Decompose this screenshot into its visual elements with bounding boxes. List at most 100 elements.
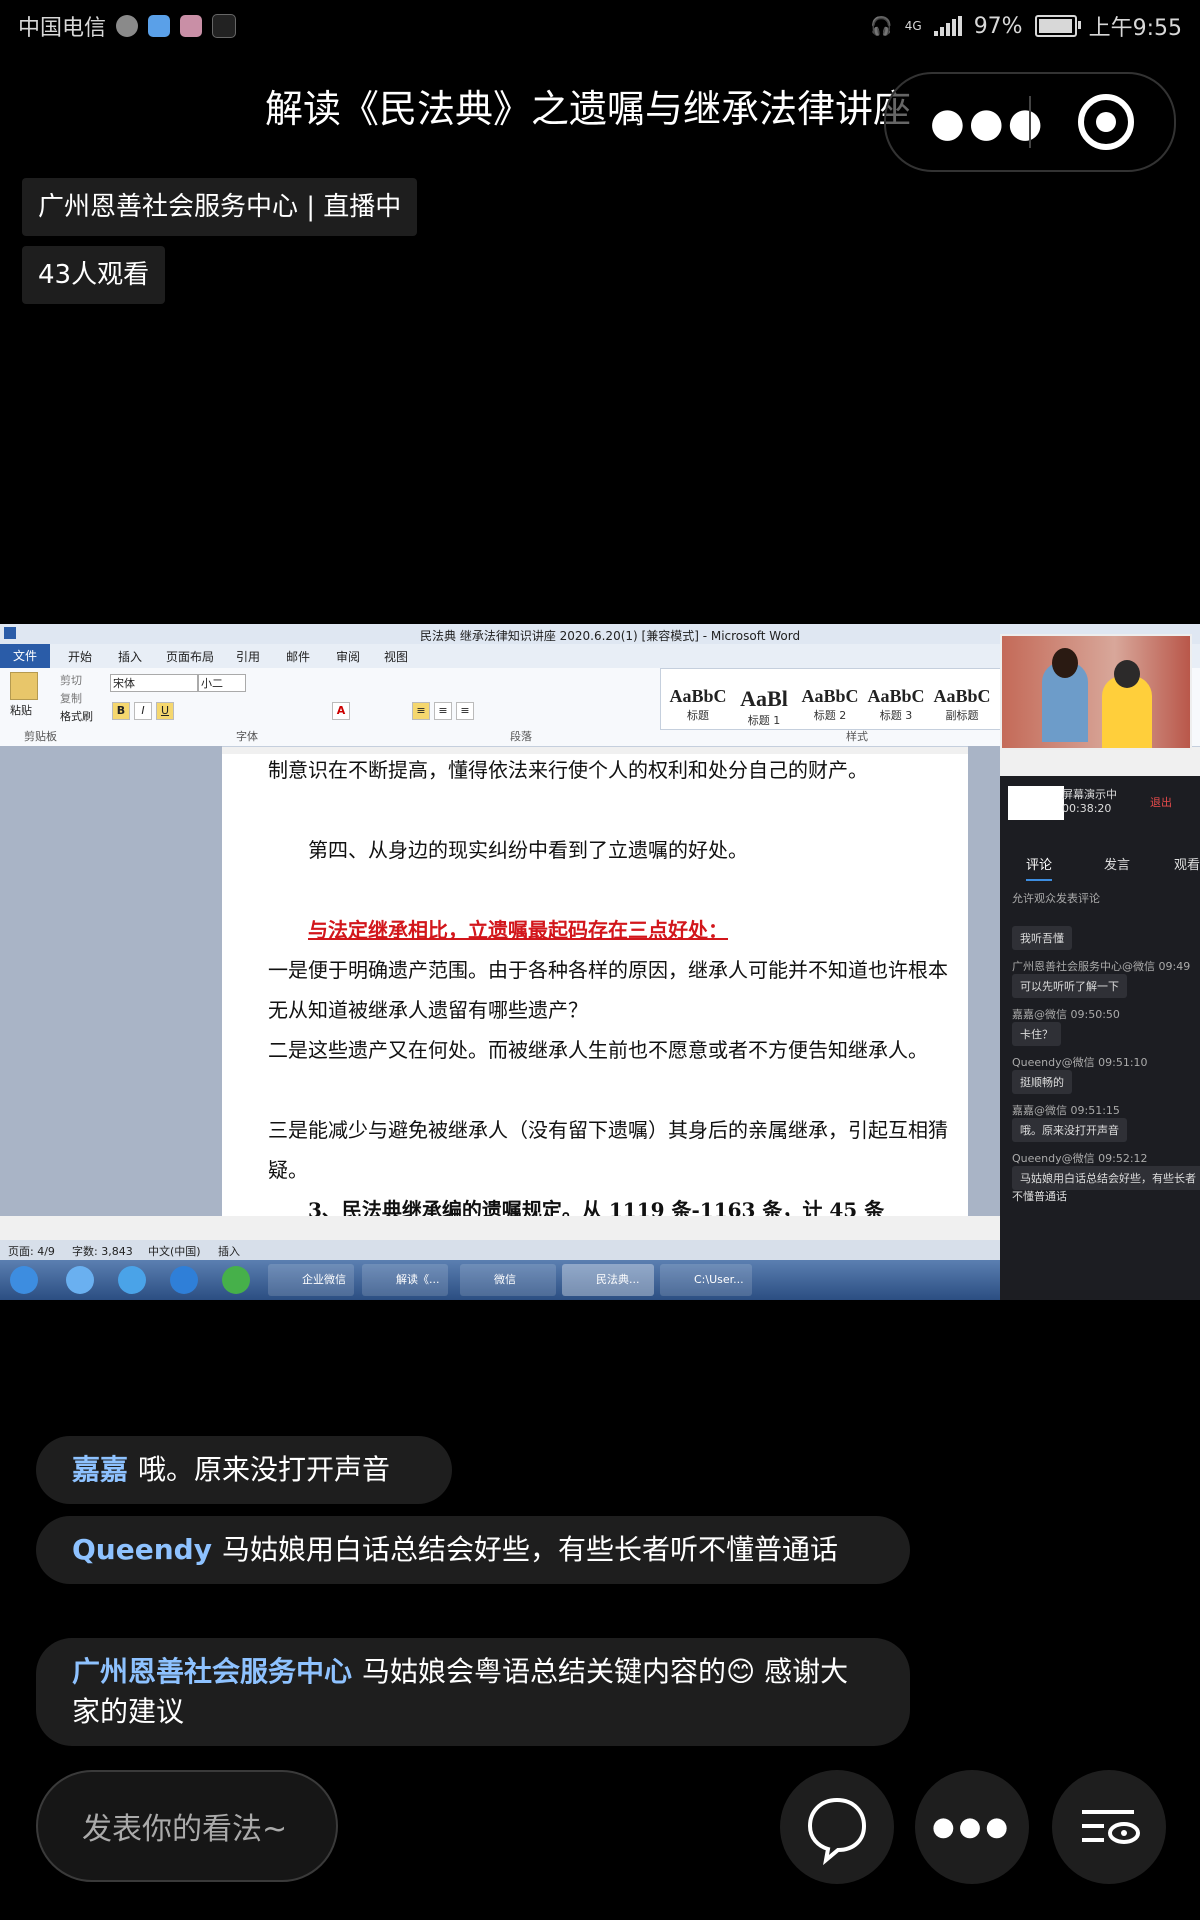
chat-text: 哦。原来没打开声音 [138,1453,391,1486]
underline-button[interactable]: U [156,702,174,720]
status-bar: 中国电信 🎧 4G 97% 上午9:55 [0,0,1200,48]
style-name: 标题 2 [813,709,847,722]
font-group-label: 字体 [236,730,258,743]
org-status-badge[interactable]: 广州恩善社会服务中心 | 直播中 [22,178,418,236]
highlight-text: 与法定继承相比，立遗嘱最起码存在三点好处： [308,918,728,942]
language-indicator: 中文(中国) [148,1245,201,1258]
doc-highlight: 与法定继承相比，立遗嘱最起码存在三点好处： [268,910,958,950]
taskbar-item[interactable]: C:\User... [660,1264,752,1296]
taskbar-item[interactable]: 微信 [460,1264,556,1296]
live-video[interactable]: 民法典 继承法律知识讲座 2020.6.20(1) [兼容模式] - Micro… [0,624,1200,1300]
taskbar-item[interactable]: 解读《... [362,1264,448,1296]
allow-comments-toggle[interactable]: 允许观众发表评论 [1012,890,1100,906]
panel-comment: 马姑娘用白话总结会好些，有些长者 [1012,1166,1200,1190]
insert-mode: 插入 [218,1245,240,1258]
tab-layout[interactable]: 页面布局 [166,648,214,665]
qq-icon [148,15,171,37]
styles-group-label: 样式 [846,730,868,743]
battery-percent: 97% [973,13,1023,39]
style-subtitle[interactable]: AaBbC 副标题 [928,686,996,740]
headphone-icon: 🎧 [870,15,893,37]
sharing-label: 屏幕演示中 [1062,788,1117,801]
style-heading1[interactable]: AaBl 标题 1 [730,686,798,740]
view-mode-icon [1082,1810,1140,1844]
bold-button[interactable]: B [112,702,130,720]
tab-references[interactable]: 引用 [236,648,260,665]
document-page[interactable]: 制意识在不断提高，懂得依法来行使个人的权利和处分自己的财产。 第四、从身边的现实… [222,754,968,1216]
sharing-duration: 00:38:20 [1062,802,1112,815]
style-sample: AaBbC [933,686,991,706]
font-color-button[interactable]: A [332,702,350,720]
comment-input[interactable]: 发表你的看法~ [36,1770,338,1882]
doc-paragraph: 三是能减少与避免被继承人（没有留下遗嘱）其身后的亲属继承，引起互相猜疑。 [268,1118,948,1182]
exit-share-button[interactable]: 退出 [1150,794,1172,810]
font-name-select[interactable]: 宋体 [110,674,198,692]
panel-comment: 我听吾懂 [1012,926,1072,950]
qq-browser-icon[interactable] [66,1266,94,1294]
wechat-icon [116,15,139,37]
panel-comment-meta: 嘉嘉@微信 09:51:15 [1012,1104,1120,1117]
page-title: 解读《民法典》之遗嘱与继承法律讲座 [265,87,912,131]
more-button[interactable]: ●●● [915,1770,1029,1884]
chat-message: 嘉嘉 哦。原来没打开声音 [36,1436,452,1504]
tab-insert[interactable]: 插入 [118,648,142,665]
align-center-button[interactable]: ≡ [434,702,452,720]
ie-icon[interactable] [170,1266,198,1294]
network-label: 4G [904,19,922,33]
ellipsis-icon: ●●● [931,1812,1013,1842]
taskbar-item[interactable]: 民法典... [562,1264,654,1296]
paste-icon[interactable] [10,672,38,700]
style-sample: AaBbC [867,686,925,706]
panel-comment-meta: 广州恩善社会服务中心@微信 09:49 [1012,960,1191,973]
font-size-select[interactable]: 小二 [198,674,246,692]
tab-review[interactable]: 审阅 [336,648,360,665]
paste-label: 粘贴 [10,704,32,717]
word-status-bar: 页面: 4/9 字数: 3,843 中文(中国) 插入 [0,1240,1000,1260]
panel-comment-meta: Queendy@微信 09:52:12 [1012,1152,1148,1165]
italic-button[interactable]: I [134,702,152,720]
doc-paragraph: 制意识在不断提高，懂得依法来行使个人的权利和处分自己的财产。 [268,758,868,782]
chat-message: 广州恩善社会服务中心 马姑娘会粤语总结关键内容的😊 感谢大家的建议 [36,1638,910,1746]
start-icon[interactable] [10,1266,38,1294]
capsule-divider [1029,96,1031,148]
status-right: 🎧 4G 97% 上午9:55 [870,10,1182,42]
panel-comment: 可以先听听了解一下 [1012,974,1127,998]
tab-view[interactable]: 视图 [384,648,408,665]
camera-background [1002,636,1190,748]
word-margin-left [0,746,222,1216]
align-left-button[interactable]: ≡ [412,702,430,720]
style-heading3[interactable]: AaBbC 标题 3 [862,686,930,740]
copy-button[interactable]: 复制 [60,690,82,706]
panel-tab-watch[interactable]: 观看 [1174,854,1200,873]
style-sample: AaBbC [801,686,859,706]
presenter-right-head [1114,660,1140,688]
style-title[interactable]: AaBbC 标题 [664,686,732,740]
panel-tab-speak[interactable]: 发言 [1104,854,1130,873]
style-sample: AaBl [740,686,788,711]
tiktok-icon [212,14,237,38]
windows-taskbar: 企业微信 解读《... 微信 民法典... C:\User... [0,1260,1000,1300]
screen-thumbnail [1008,786,1064,820]
format-painter-button[interactable]: 格式刷 [60,708,93,724]
k-app-icon[interactable] [118,1266,146,1294]
tab-file[interactable]: 文件 [0,644,50,668]
style-name: 标题 1 [747,714,781,727]
panel-comment: 挺顺畅的 [1012,1070,1072,1094]
tab-home[interactable]: 开始 [68,648,92,665]
taskbar-item[interactable]: 企业微信 [268,1264,354,1296]
media-player-icon[interactable] [222,1266,250,1294]
align-right-button[interactable]: ≡ [456,702,474,720]
chat-author: 嘉嘉 [72,1453,129,1486]
tab-mailings[interactable]: 邮件 [286,648,310,665]
style-name: 标题 [687,709,709,722]
panel-tab-comments[interactable]: 评论 [1026,854,1053,881]
record-target-icon[interactable] [1078,94,1134,150]
view-mode-button[interactable] [1052,1770,1166,1884]
paragraph-group-label: 段落 [510,730,532,743]
word-count: 字数: 3,843 [72,1245,133,1258]
carrier-label: 中国电信 [18,16,107,41]
panel-comment: 卡住？ [1012,1022,1061,1046]
cut-button[interactable]: 剪切 [60,672,82,688]
comment-button[interactable] [780,1770,894,1884]
signal-icon [933,16,962,36]
